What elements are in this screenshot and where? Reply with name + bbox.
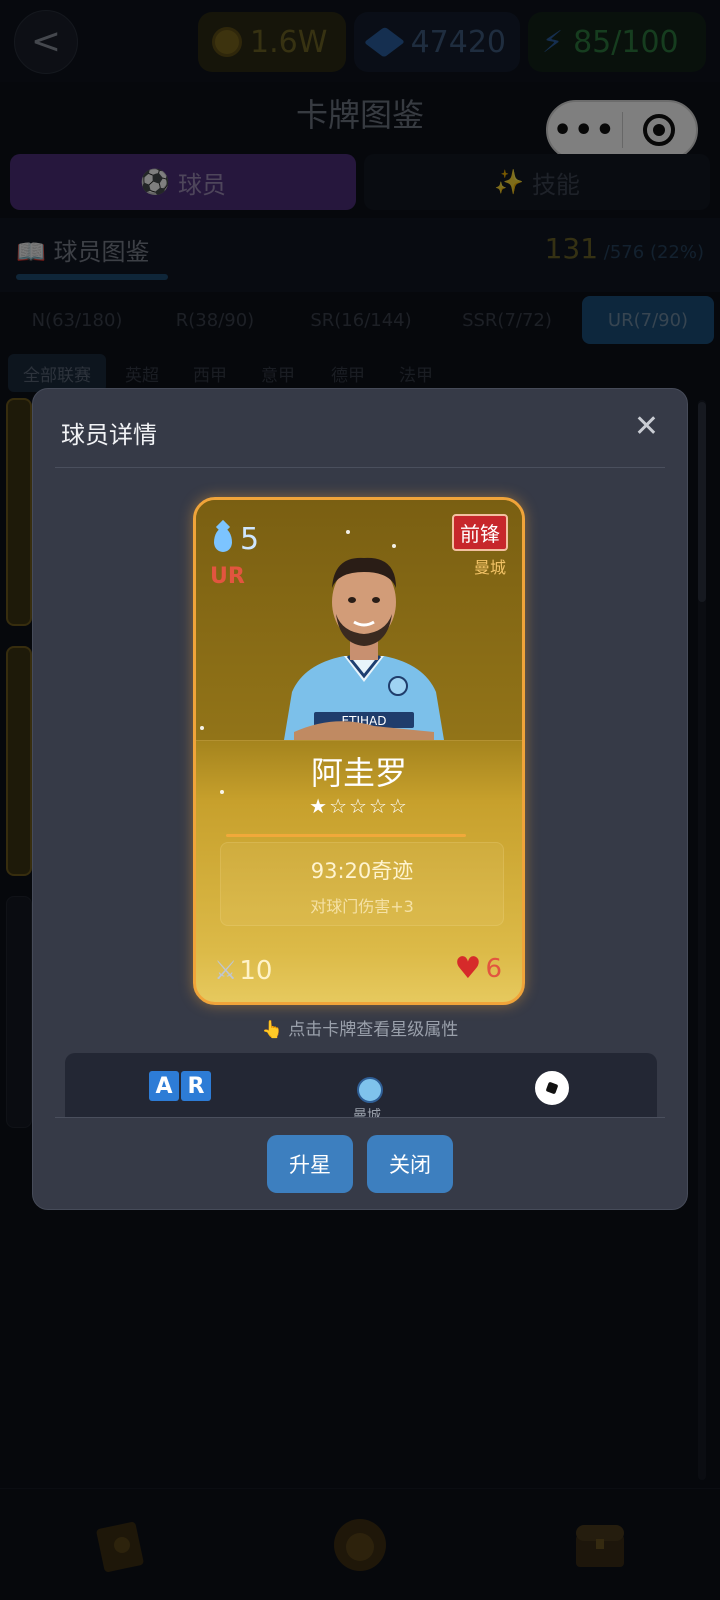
tap-hint: 👆 点击卡牌查看星级属性 [261,1020,459,1040]
heart-icon: ♥ [454,951,482,986]
club-badge-icon [357,1077,383,1103]
pointing-hand-icon: 👆 [261,1020,283,1040]
player-card[interactable]: 5 UR 前锋 曼城 ETIHAD 阿圭罗 ★☆☆☆☆ 93:20奇迹 对球门伤… [193,497,525,1005]
footer-divider [55,1117,665,1118]
card-info-strip: A R 曼城 [65,1053,657,1117]
player-portrait: ETIHAD [284,557,444,740]
close-icon[interactable]: ✕ [634,409,659,444]
modal-divider [55,467,665,468]
player-detail-modal: 球员详情 ✕ 5 UR 前锋 曼城 ETIHAD 阿圭罗 ★☆☆☆☆ 93:20… [32,388,688,1210]
close-button[interactable]: 关闭 [367,1135,453,1193]
crossed-swords-icon: ⚔ [214,956,238,986]
star-rating: ★☆☆☆☆ [309,794,409,818]
health-stat: ♥ 6 [454,951,502,986]
player-name: 阿圭罗 [310,754,407,792]
soccer-ball-icon [535,1071,569,1105]
attack-stat: ⚔ 10 [214,956,273,986]
club-name: 曼城 [473,558,506,577]
card-cost: 5 [214,522,259,557]
skill-panel: 93:20奇迹 对球门伤害+3 [220,842,504,926]
sparkle-icon [200,726,204,730]
position-badge: 前锋 [452,514,508,551]
club-label: 曼城 [353,1108,381,1117]
sparkle-icon [346,530,350,534]
modal-title: 球员详情 [61,421,157,449]
upgrade-star-button[interactable]: 升星 [267,1135,353,1193]
water-drop-icon [214,527,232,552]
screen: < 1.6W 47420 ⚡ 85/100 卡牌图鉴 ••• ⚽ 球员 ✨ 技能… [0,0,720,1600]
card-rarity: UR [210,564,245,589]
star-progress-bar [226,834,466,837]
ar-logo-icon: A R [149,1071,213,1101]
skill-name: 93:20奇迹 [310,859,414,883]
skill-description: 对球门伤害+3 [310,897,414,916]
card-divider [196,740,522,741]
